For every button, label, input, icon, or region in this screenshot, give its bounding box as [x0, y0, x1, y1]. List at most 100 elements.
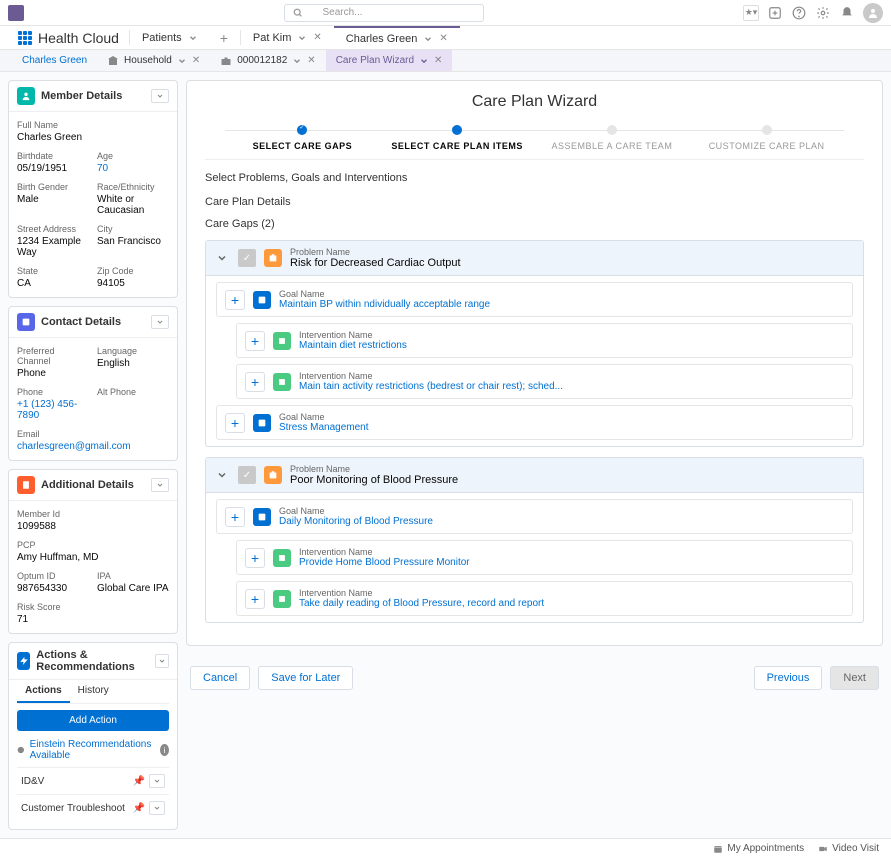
- nav-tab-pat-kim[interactable]: Pat Kim ✕: [241, 26, 334, 49]
- field-label: City: [97, 224, 169, 234]
- intervention-icon: [273, 549, 291, 567]
- add-intervention-button[interactable]: +: [245, 548, 265, 568]
- subnav-household[interactable]: Household ✕: [97, 50, 210, 71]
- household-icon: [107, 55, 119, 67]
- add-icon[interactable]: [767, 5, 783, 21]
- goal-label: Goal Name: [279, 289, 490, 299]
- app-logo: [8, 5, 24, 21]
- help-icon[interactable]: [791, 5, 807, 21]
- section-heading: Select Problems, Goals and Interventions: [205, 172, 864, 184]
- goal-icon: [253, 414, 271, 432]
- add-intervention-button[interactable]: +: [245, 331, 265, 351]
- close-icon[interactable]: ✕: [307, 55, 315, 66]
- problem-icon: [264, 249, 282, 267]
- settings-icon[interactable]: [815, 5, 831, 21]
- app-launcher[interactable]: Health Cloud: [8, 26, 129, 49]
- goal-name[interactable]: Maintain BP within ndividually acceptabl…: [279, 299, 490, 310]
- add-goal-button[interactable]: +: [225, 507, 245, 527]
- panel-menu[interactable]: [155, 654, 169, 668]
- add-goal-button[interactable]: +: [225, 290, 245, 310]
- utility-bar: My Appointments Video Visit: [0, 838, 891, 858]
- problem-header[interactable]: ✓ Problem NameRisk for Decreased Cardiac…: [206, 241, 863, 276]
- panel-menu[interactable]: [151, 89, 169, 103]
- wizard-stepper: SELECT CARE GAPS SELECT CARE PLAN ITEMS …: [225, 125, 844, 151]
- add-tab-icon[interactable]: +: [220, 30, 228, 46]
- panel-menu[interactable]: [151, 478, 169, 492]
- primary-nav: Health Cloud Patients + Pat Kim ✕ Charle…: [0, 26, 891, 50]
- expand-toggle[interactable]: [214, 250, 230, 266]
- add-goal-button[interactable]: +: [225, 413, 245, 433]
- info-icon[interactable]: i: [160, 744, 169, 756]
- field-label: Risk Score: [17, 602, 169, 612]
- intervention-row: + Intervention NameProvide Home Blood Pr…: [236, 540, 853, 575]
- step-select-plan-items[interactable]: SELECT CARE PLAN ITEMS: [380, 125, 535, 151]
- close-icon[interactable]: ✕: [192, 55, 200, 66]
- intervention-name[interactable]: Take daily reading of Blood Pressure, re…: [299, 598, 544, 609]
- add-action-button[interactable]: Add Action: [17, 710, 169, 731]
- step-assemble-team[interactable]: ASSEMBLE A CARE TEAM: [535, 125, 690, 151]
- goal-row: + Goal NameMaintain BP within ndividuall…: [216, 282, 853, 317]
- search-placeholder: Search...: [323, 7, 363, 18]
- action-item-menu[interactable]: [149, 801, 165, 815]
- nav-tab-charles-green[interactable]: Charles Green ✕: [334, 26, 460, 49]
- my-appointments-button[interactable]: My Appointments: [713, 843, 804, 854]
- close-tab-icon[interactable]: ✕: [313, 32, 321, 43]
- action-item-menu[interactable]: [149, 774, 165, 788]
- intervention-name[interactable]: Main tain activity restrictions (bedrest…: [299, 381, 563, 392]
- favorites-dropdown[interactable]: ★▾: [743, 5, 759, 21]
- problem-checkbox[interactable]: ✓: [238, 466, 256, 484]
- pin-icon[interactable]: 📌: [133, 803, 145, 814]
- global-search-input[interactable]: Search...: [284, 4, 484, 22]
- intervention-name[interactable]: Provide Home Blood Pressure Monitor: [299, 557, 470, 568]
- cancel-button[interactable]: Cancel: [190, 666, 250, 690]
- video-icon: [818, 844, 828, 854]
- action-item-label: Customer Troubleshoot: [21, 803, 125, 814]
- save-for-later-button[interactable]: Save for Later: [258, 666, 353, 690]
- close-tab-icon[interactable]: ✕: [439, 33, 447, 44]
- step-customize-plan[interactable]: CUSTOMIZE CARE PLAN: [689, 125, 844, 151]
- subnav-case[interactable]: 000012182 ✕: [210, 50, 325, 71]
- ipa-value: Global Care IPA: [97, 583, 169, 594]
- panel-menu[interactable]: [151, 315, 169, 329]
- problem-checkbox[interactable]: ✓: [238, 249, 256, 267]
- subnav-charles-green[interactable]: Charles Green: [12, 50, 97, 71]
- user-avatar[interactable]: [863, 3, 883, 23]
- add-intervention-button[interactable]: +: [245, 589, 265, 609]
- problem-header[interactable]: ✓ Problem NamePoor Monitoring of Blood P…: [206, 458, 863, 493]
- expand-toggle[interactable]: [214, 467, 230, 483]
- previous-button[interactable]: Previous: [754, 666, 823, 690]
- care-plan-wizard: Care Plan Wizard SELECT CARE GAPS SELECT…: [186, 80, 883, 646]
- goal-name[interactable]: Daily Monitoring of Blood Pressure: [279, 516, 433, 527]
- birthdate-value: 05/19/1951: [17, 163, 89, 174]
- tab-actions[interactable]: Actions: [17, 680, 70, 703]
- nav-tab-patients[interactable]: Patients +: [130, 26, 240, 49]
- next-button[interactable]: Next: [830, 666, 879, 690]
- email-value[interactable]: charlesgreen@gmail.com: [17, 441, 169, 452]
- problem-icon: [264, 466, 282, 484]
- einstein-recommendations-link[interactable]: Einstein Recommendations Available i: [17, 737, 169, 767]
- step-label: ASSEMBLE A CARE TEAM: [535, 141, 690, 151]
- phone-value[interactable]: +1 (123) 456-7890: [17, 399, 89, 421]
- actions-icon: [17, 652, 30, 670]
- intervention-name[interactable]: Maintain diet restrictions: [299, 340, 407, 351]
- close-icon[interactable]: ✕: [434, 55, 442, 66]
- subnav-care-plan-wizard[interactable]: Care Plan Wizard ✕: [326, 50, 453, 71]
- app-name-label: Health Cloud: [38, 30, 119, 46]
- goal-name[interactable]: Stress Management: [279, 422, 369, 433]
- action-item-troubleshoot[interactable]: Customer Troubleshoot 📌: [17, 794, 169, 821]
- action-item-idv[interactable]: ID&V 📌: [17, 767, 169, 794]
- notifications-icon[interactable]: [839, 5, 855, 21]
- problem-label: Problem Name: [290, 464, 458, 474]
- wizard-footer: Cancel Save for Later Previous Next: [186, 658, 883, 698]
- chevron-down-icon: [177, 56, 187, 66]
- add-intervention-button[interactable]: +: [245, 372, 265, 392]
- global-header: Search... ★▾: [0, 0, 891, 26]
- tab-history[interactable]: History: [70, 680, 117, 703]
- video-visit-button[interactable]: Video Visit: [818, 843, 879, 854]
- pin-icon[interactable]: 📌: [133, 776, 145, 787]
- step-select-care-gaps[interactable]: SELECT CARE GAPS: [225, 125, 380, 151]
- search-icon: [293, 8, 303, 18]
- panel-title: Member Details: [41, 90, 122, 102]
- subnav-label: Household: [124, 55, 172, 66]
- age-value[interactable]: 70: [97, 163, 169, 174]
